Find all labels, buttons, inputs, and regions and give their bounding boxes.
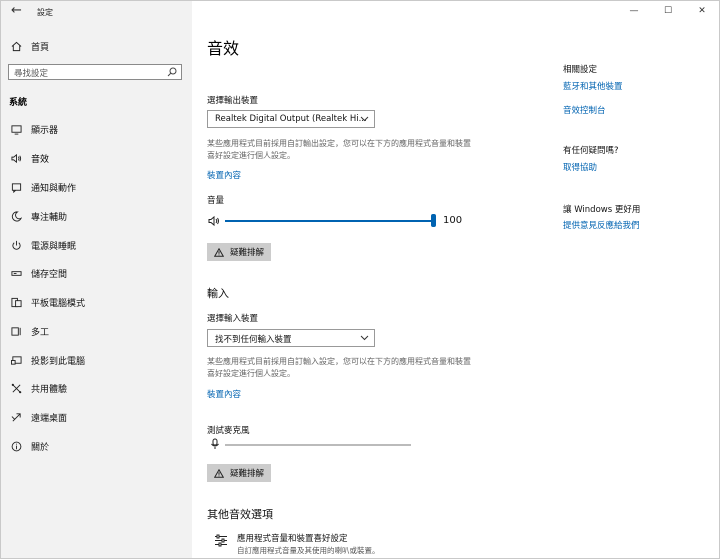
sidebar-item-label: 專注輔助 [31,212,68,223]
sidebar-item-label: 平板電腦模式 [31,298,86,309]
sidebar-item-sound[interactable]: 音效 [9,149,189,167]
related-link-bluetooth[interactable]: 藍牙和其他裝置 [563,80,623,92]
warning-icon [214,247,224,257]
input-device-properties-link[interactable]: 裝置內容 [207,388,241,400]
volume-slider-thumb[interactable] [431,214,436,227]
sidebar-item-label: 遠端桌面 [31,413,68,424]
titlebar: ← 設定 [1,1,192,23]
help-heading: 有任何疑問嗎? [563,146,619,156]
sidebar: ← 設定 首頁 尋找設定 系統 顯示器 音效 通知與動作 專注輔助 電源與睡眠 … [1,1,192,558]
notification-icon [9,180,23,194]
minimize-button[interactable]: — [617,1,651,21]
volume-slider-track[interactable] [225,220,433,222]
sidebar-item-remote-desktop[interactable]: 遠端桌面 [9,408,189,426]
sidebar-item-about[interactable]: 關於 [9,437,189,455]
app-title: 設定 [37,8,53,17]
tablet-icon [9,295,23,309]
sidebar-item-label: 通知與動作 [31,183,77,194]
sidebar-item-label: 投影到此電腦 [31,356,86,367]
feedback-heading: 讓 Windows 更好用 [563,205,641,215]
sidebar-item-label: 顯示器 [31,125,59,136]
microphone-icon [210,438,220,453]
speaker-icon [9,151,23,165]
sidebar-item-label: 共用體驗 [31,384,68,395]
section-label: 系統 [9,98,28,108]
input-troubleshoot-button[interactable]: 疑難排解 [207,464,272,482]
home-icon [9,39,23,53]
app-volume-title: 應用程式音量和裝置喜好設定 [237,534,348,544]
volume-value: 100 [443,215,463,226]
project-icon [9,353,23,367]
home-label: 首頁 [31,42,50,53]
power-icon [9,238,23,252]
related-link-sound-control-panel[interactable]: 音效控制台 [563,104,606,116]
sidebar-item-label: 儲存空間 [31,269,68,280]
warning-icon [214,468,224,478]
related-settings-heading: 相關設定 [563,65,598,75]
maximize-button[interactable]: ☐ [651,1,685,21]
sidebar-item-label: 電源與睡眠 [31,241,77,252]
close-button[interactable]: ✕ [685,1,719,21]
output-device-dropdown[interactable]: Realtek Digital Output (Realtek Hi... [207,110,375,128]
search-input[interactable]: 尋找設定 [8,64,182,80]
info-icon [9,439,23,453]
get-help-link[interactable]: 取得協助 [563,161,597,173]
sidebar-item-label: 音效 [31,154,50,165]
search-placeholder: 尋找設定 [14,69,49,79]
output-device-label: 選擇輸出裝置 [207,96,259,106]
output-description: 某些應用程式目前採用自訂輸出設定，您可以在下方的應用程式音量和裝置喜好設定進行個… [207,139,471,160]
sidebar-item-label: 關於 [31,442,50,453]
other-sound-options-heading: 其他音效選項 [207,508,273,521]
feedback-link[interactable]: 提供意見反應給我們 [563,219,640,231]
moon-icon [9,209,23,223]
settings-window: ← 設定 首頁 尋找設定 系統 顯示器 音效 通知與動作 專注輔助 電源與睡眠 … [0,0,720,559]
sidebar-item-projecting[interactable]: 投影到此電腦 [9,351,189,369]
input-heading: 輸入 [207,287,229,300]
shared-icon [9,381,23,395]
input-device-dropdown[interactable]: 找不到任何輸入裝置 [207,329,375,347]
sidebar-item-tablet-mode[interactable]: 平板電腦模式 [9,293,189,311]
sidebar-item-label: 多工 [31,327,50,338]
multitask-icon [9,324,23,338]
app-volume-subtitle: 自訂應用程式音量及其使用的喇叭或裝置。 [237,546,380,555]
sliders-icon [214,534,228,550]
sidebar-item-multitasking[interactable]: 多工 [9,322,189,340]
search-icon [167,67,177,80]
output-device-properties-link[interactable]: 裝置內容 [207,169,241,181]
volume-label: 音量 [207,196,225,206]
sidebar-item-storage[interactable]: 儲存空間 [9,264,189,282]
sidebar-item-focus-assist[interactable]: 專注輔助 [9,207,189,225]
input-device-label: 選擇輸入裝置 [207,314,259,324]
storage-icon [9,266,23,280]
mic-level-meter [225,444,411,446]
remote-icon [9,410,23,424]
back-button[interactable]: ← [11,3,22,18]
troubleshoot-label: 疑難排解 [230,469,265,479]
app-volume-device-preferences[interactable]: 應用程式音量和裝置喜好設定 自訂應用程式音量及其使用的喇叭或裝置。 [207,529,447,557]
sidebar-item-display[interactable]: 顯示器 [9,120,189,138]
chevron-down-icon [360,334,369,345]
sidebar-item-power[interactable]: 電源與睡眠 [9,236,189,254]
input-description: 某些應用程式目前採用自訂輸入設定，您可以在下方的應用程式音量和裝置喜好設定進行個… [207,357,471,378]
sidebar-item-shared-experiences[interactable]: 共用體驗 [9,379,189,397]
mic-test-label: 測試麥克風 [207,426,250,436]
home-nav-item[interactable]: 首頁 [9,37,189,55]
page-title: 音效 [207,39,240,58]
chevron-down-icon [360,115,369,126]
sidebar-item-notifications[interactable]: 通知與動作 [9,178,189,196]
output-device-value: Realtek Digital Output (Realtek Hi... [215,114,367,124]
troubleshoot-label: 疑難排解 [230,248,265,258]
input-device-value: 找不到任何輸入裝置 [215,335,292,345]
window-controls: — ☐ ✕ [617,1,719,21]
monitor-icon [9,122,23,136]
output-troubleshoot-button[interactable]: 疑難排解 [207,243,272,261]
speaker-icon [208,215,220,230]
